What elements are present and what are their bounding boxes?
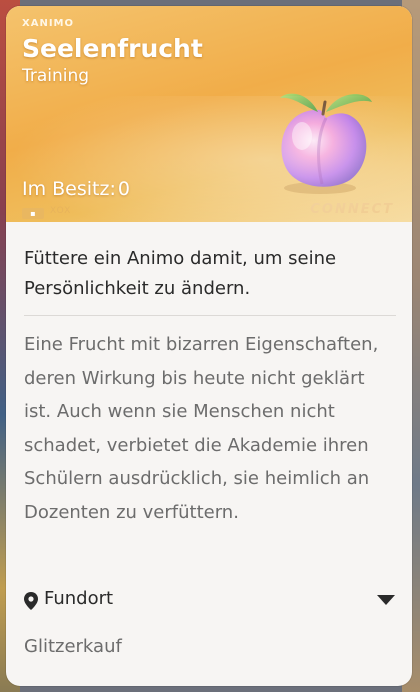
divider — [24, 315, 396, 316]
brand-logo-top: XANIMO — [22, 18, 74, 29]
map-pin-icon — [24, 592, 38, 610]
item-title: Seelenfrucht — [22, 34, 203, 63]
chevron-down-icon[interactable] — [376, 594, 396, 606]
possession-label: Im Besitz: — [22, 178, 116, 200]
brand-logo-bottom: CONNECT — [310, 202, 394, 217]
item-summary: Füttere ein Animo damit, um seine Persön… — [24, 248, 337, 299]
tag-chip: ▪ — [22, 208, 44, 219]
location-value: Glitzerkauf — [24, 636, 122, 657]
item-category: Training — [22, 66, 90, 86]
item-description: Eine Frucht mit bizarren Eigenschaften, … — [24, 334, 379, 523]
location-label: Fundort — [44, 588, 114, 609]
item-detail-card: XANIMO Seelenfrucht Training Im Besitz: … — [6, 6, 412, 686]
possession-value: 0 — [117, 178, 130, 200]
tag-code: XOX — [50, 206, 72, 216]
item-header: XANIMO Seelenfrucht Training Im Besitz: … — [6, 6, 412, 222]
possession-count: Im Besitz: 0 — [22, 178, 130, 200]
peach-fruit-icon — [280, 93, 372, 194]
location-section[interactable]: Fundort — [24, 586, 396, 616]
